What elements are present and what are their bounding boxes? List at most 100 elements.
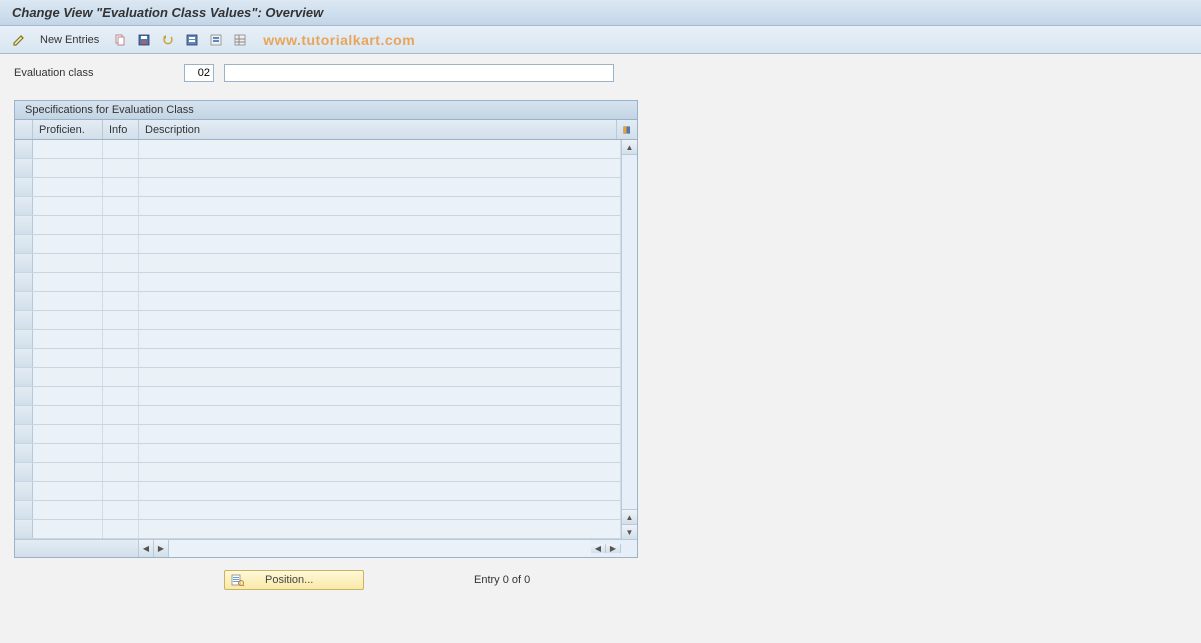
table-row[interactable] (15, 159, 621, 178)
cell-description[interactable] (139, 444, 621, 462)
table-row[interactable] (15, 292, 621, 311)
row-selector[interactable] (15, 273, 33, 291)
cell-description[interactable] (139, 482, 621, 500)
cell-info[interactable] (103, 482, 139, 500)
cell-info[interactable] (103, 501, 139, 519)
cell-info[interactable] (103, 197, 139, 215)
col-description[interactable]: Description (139, 120, 617, 139)
eval-class-input[interactable] (184, 64, 214, 82)
col-proficien[interactable]: Proficien. (33, 120, 103, 139)
cell-proficien[interactable] (33, 368, 103, 386)
cell-info[interactable] (103, 387, 139, 405)
table-settings-icon[interactable] (617, 120, 637, 139)
cell-description[interactable] (139, 197, 621, 215)
table-row[interactable] (15, 311, 621, 330)
row-selector[interactable] (15, 368, 33, 386)
cell-proficien[interactable] (33, 273, 103, 291)
cell-info[interactable] (103, 178, 139, 196)
edit-icon[interactable] (10, 31, 28, 49)
cell-info[interactable] (103, 425, 139, 443)
scroll-left-icon[interactable]: ◀ (139, 540, 154, 557)
table-row[interactable] (15, 254, 621, 273)
cell-description[interactable] (139, 463, 621, 481)
cell-description[interactable] (139, 349, 621, 367)
cell-info[interactable] (103, 159, 139, 177)
cell-description[interactable] (139, 425, 621, 443)
cell-description[interactable] (139, 292, 621, 310)
table-row[interactable] (15, 216, 621, 235)
cell-proficien[interactable] (33, 216, 103, 234)
eval-class-desc-input[interactable] (224, 64, 614, 82)
cell-proficien[interactable] (33, 501, 103, 519)
cell-info[interactable] (103, 406, 139, 424)
vertical-scrollbar[interactable]: ▲ ▲ ▼ (621, 140, 637, 539)
table-row[interactable] (15, 482, 621, 501)
table-row[interactable] (15, 444, 621, 463)
cell-info[interactable] (103, 216, 139, 234)
cell-info[interactable] (103, 311, 139, 329)
row-selector[interactable] (15, 406, 33, 424)
table-row[interactable] (15, 349, 621, 368)
cell-info[interactable] (103, 273, 139, 291)
col-selector[interactable] (15, 120, 33, 139)
row-selector[interactable] (15, 216, 33, 234)
cell-info[interactable] (103, 463, 139, 481)
row-selector[interactable] (15, 482, 33, 500)
row-selector[interactable] (15, 254, 33, 272)
row-selector[interactable] (15, 235, 33, 253)
cell-proficien[interactable] (33, 235, 103, 253)
cell-description[interactable] (139, 216, 621, 234)
cell-proficien[interactable] (33, 406, 103, 424)
cell-info[interactable] (103, 254, 139, 272)
cell-description[interactable] (139, 368, 621, 386)
table-row[interactable] (15, 330, 621, 349)
cell-description[interactable] (139, 311, 621, 329)
table-row[interactable] (15, 273, 621, 292)
cell-proficien[interactable] (33, 330, 103, 348)
cell-proficien[interactable] (33, 178, 103, 196)
cell-proficien[interactable] (33, 254, 103, 272)
horizontal-scrollbar[interactable]: ◀ ▶ ◀ ▶ (15, 539, 637, 557)
cell-info[interactable] (103, 520, 139, 538)
row-selector[interactable] (15, 463, 33, 481)
table-row[interactable] (15, 197, 621, 216)
undo-icon[interactable] (159, 31, 177, 49)
row-selector[interactable] (15, 292, 33, 310)
cell-proficien[interactable] (33, 349, 103, 367)
cell-info[interactable] (103, 235, 139, 253)
row-selector[interactable] (15, 140, 33, 158)
row-selector[interactable] (15, 330, 33, 348)
cell-proficien[interactable] (33, 463, 103, 481)
table-row[interactable] (15, 463, 621, 482)
row-selector[interactable] (15, 444, 33, 462)
scroll-right-icon[interactable]: ▶ (154, 540, 169, 557)
table-row[interactable] (15, 501, 621, 520)
deselect-icon[interactable] (207, 31, 225, 49)
cell-info[interactable] (103, 330, 139, 348)
cell-description[interactable] (139, 235, 621, 253)
row-selector[interactable] (15, 520, 33, 538)
cell-proficien[interactable] (33, 520, 103, 538)
row-selector[interactable] (15, 387, 33, 405)
cell-description[interactable] (139, 178, 621, 196)
row-selector[interactable] (15, 159, 33, 177)
cell-proficien[interactable] (33, 311, 103, 329)
scroll-right-end-icon[interactable]: ▶ (606, 544, 621, 553)
cell-info[interactable] (103, 444, 139, 462)
table-row[interactable] (15, 520, 621, 539)
cell-description[interactable] (139, 159, 621, 177)
cell-description[interactable] (139, 330, 621, 348)
cell-info[interactable] (103, 140, 139, 158)
position-button[interactable]: Position... (224, 570, 364, 590)
cell-description[interactable] (139, 520, 621, 538)
cell-info[interactable] (103, 368, 139, 386)
scroll-left-end-icon[interactable]: ◀ (591, 544, 606, 553)
cell-description[interactable] (139, 501, 621, 519)
table-row[interactable] (15, 425, 621, 444)
copy-icon[interactable] (111, 31, 129, 49)
cell-description[interactable] (139, 273, 621, 291)
row-selector[interactable] (15, 311, 33, 329)
table-row[interactable] (15, 140, 621, 159)
cell-proficien[interactable] (33, 387, 103, 405)
scroll-down-icon[interactable]: ▲ (622, 509, 637, 524)
